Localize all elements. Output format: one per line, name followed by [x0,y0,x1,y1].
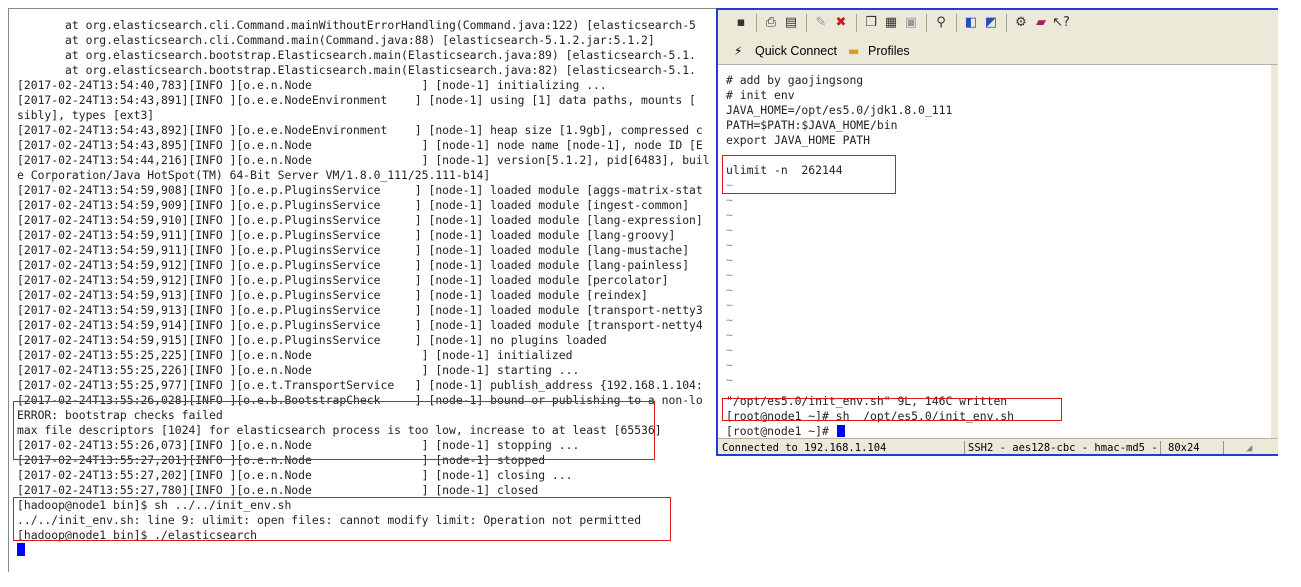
help-book-icon[interactable]: ▰ [1032,14,1050,32]
empty-line-tilde: ~ [726,238,733,252]
terminal-line: [2017-02-24T13:54:43,891][INFO ][o.e.e.N… [17,93,696,107]
toolbar-divider [856,14,857,32]
terminal-line: [2017-02-24T13:55:25,226][INFO ][o.e.n.N… [17,363,580,377]
find-icon[interactable]: ⚲ [932,14,950,32]
command-highlight-box [13,497,671,541]
status-divider [964,441,965,454]
resize-grip-icon[interactable]: ◢ [1246,439,1266,454]
empty-line-tilde: ~ [726,223,733,237]
context-help-icon[interactable]: ↖? [1052,14,1070,32]
print-icon[interactable]: ⎙ [762,14,780,32]
terminal-line: sibly], types [ext3] [17,108,155,122]
terminal-line: [2017-02-24T13:54:59,912][INFO ][o.e.p.P… [17,273,669,287]
editor-line: JAVA_HOME=/opt/es5.0/jdk1.8.0_111 [726,103,953,117]
empty-line-tilde: ~ [726,253,733,267]
quick-connect-bar: ⚡ Quick Connect ▬ Profiles [718,38,1279,65]
session-options-icon[interactable]: ◧ [962,14,980,32]
connect-icon[interactable]: ✎ [812,14,830,32]
terminal-line: [2017-02-24T13:54:59,914][INFO ][o.e.p.P… [17,318,703,332]
ulimit-highlight-box [722,155,896,194]
toolbar-divider [806,14,807,32]
empty-line-tilde: ~ [726,358,733,372]
empty-line-tilde: ~ [726,268,733,282]
terminal-line: [2017-02-24T13:54:59,911][INFO ][o.e.p.P… [17,228,676,242]
terminal-line: [2017-02-24T13:55:27,780][INFO ][o.e.n.N… [17,483,539,497]
terminal-line: [2017-02-24T13:54:59,908][INFO ][o.e.p.P… [17,183,703,197]
right-terminal[interactable]: # add by gaojingsong # init env JAVA_HOME=… [718,65,1279,439]
editor-line: # add by gaojingsong [726,73,864,87]
securecrt-window: ▪ ⎙ ▤ ✎ ✖ ❐ ▦ ▣ ⚲ ◧ ◩ ⚙ ▰ ↖? ⚡ Quick Con… [716,8,1281,456]
editor-line: export JAVA_HOME PATH [726,133,871,147]
copy-icon[interactable]: ❐ [862,14,880,32]
toolbar: ▪ ⎙ ▤ ✎ ✖ ❐ ▦ ▣ ⚲ ◧ ◩ ⚙ ▰ ↖? [718,10,1279,39]
terminal-line: [2017-02-24T13:54:59,909][INFO ][o.e.p.P… [17,198,690,212]
empty-line-tilde: ~ [726,373,733,387]
terminal-line: [2017-02-24T13:54:59,913][INFO ][o.e.p.P… [17,288,648,302]
status-divider [1160,441,1161,454]
lightning-icon: ⚡ [734,44,743,58]
folder-icon: ▬ [848,44,860,58]
global-options-icon[interactable]: ◩ [982,14,1000,32]
terminal-line: [2017-02-24T13:54:59,915][INFO ][o.e.p.P… [17,333,607,347]
toolbar-divider [756,14,757,32]
copy-paste-icon[interactable]: ▣ [902,14,920,32]
empty-line-tilde: ~ [726,298,733,312]
terminal-line: at org.elasticsearch.cli.Command.mainWit… [17,18,696,32]
terminal-line: [2017-02-24T13:54:59,911][INFO ][o.e.p.P… [17,243,690,257]
terminal-cursor [837,425,845,437]
terminal-line: [2017-02-24T13:54:59,912][INFO ][o.e.p.P… [17,258,690,272]
terminal-line: [2017-02-24T13:54:59,910][INFO ][o.e.p.P… [17,213,703,227]
connection-status: Connected to 192.168.1.104 [722,442,887,454]
status-bar: Connected to 192.168.1.104 SSH2 - aes128… [718,438,1279,454]
terminal-line: [2017-02-24T13:55:25,977][INFO ][o.e.t.T… [17,378,703,392]
terminal-line: [2017-02-24T13:54:43,892][INFO ][o.e.e.N… [17,123,703,137]
terminal-line: [2017-02-24T13:55:25,225][INFO ][o.e.n.N… [17,348,573,362]
terminal-line: [2017-02-24T13:54:40,783][INFO ][o.e.n.N… [17,78,607,92]
empty-line-tilde: ~ [726,208,733,222]
prompt-line: [root@node1 ~]# [726,424,836,438]
terminal-line: [2017-02-24T13:55:27,202][INFO ][o.e.n.N… [17,468,573,482]
torn-edge-right [1278,6,1301,581]
paste-icon[interactable]: ▦ [882,14,900,32]
editor-line: # init env [726,88,795,102]
empty-line-tilde: ~ [726,283,733,297]
torn-edge-bottom [0,572,1301,587]
terminal-line: [2017-02-24T13:54:59,913][INFO ][o.e.p.P… [17,303,703,317]
terminal-line: [2017-02-24T13:54:43,895][INFO ][o.e.n.N… [17,138,703,152]
profiles-button[interactable]: Profiles [868,41,910,61]
terminal-line: at org.elasticsearch.bootstrap.Elasticse… [17,48,696,62]
toolbar-divider [956,14,957,32]
command-highlight-box [722,398,1062,421]
empty-line-tilde: ~ [726,328,733,342]
editor-line: PATH=$PATH:$JAVA_HOME/bin [726,118,898,132]
empty-line-tilde: ~ [726,313,733,327]
empty-line-tilde: ~ [726,343,733,357]
empty-line-tilde: ~ [726,193,733,207]
status-divider [1223,441,1224,454]
save-icon[interactable]: ▪ [732,14,750,32]
terminal-size: 80x24 [1168,442,1200,454]
settings-icon[interactable]: ⚙ [1012,14,1030,32]
quick-connect-button[interactable]: Quick Connect [755,41,837,61]
terminal-cursor [17,543,25,556]
error-highlight-box [13,401,655,460]
toolbar-divider [926,14,927,32]
terminal-line: at org.elasticsearch.cli.Command.main(Co… [17,33,655,47]
terminal-line: [2017-02-24T13:54:44,216][INFO ][o.e.n.N… [17,153,710,167]
print-preview-icon[interactable]: ▤ [782,14,800,32]
terminal-line: e Corporation/Java HotSpot(TM) 64-Bit Se… [17,168,491,182]
toolbar-divider [1006,14,1007,32]
disconnect-icon[interactable]: ✖ [832,14,850,32]
terminal-line: at org.elasticsearch.bootstrap.Elasticse… [17,63,696,77]
cipher-status: SSH2 - aes128-cbc - hmac-md5 - : [968,442,1158,454]
